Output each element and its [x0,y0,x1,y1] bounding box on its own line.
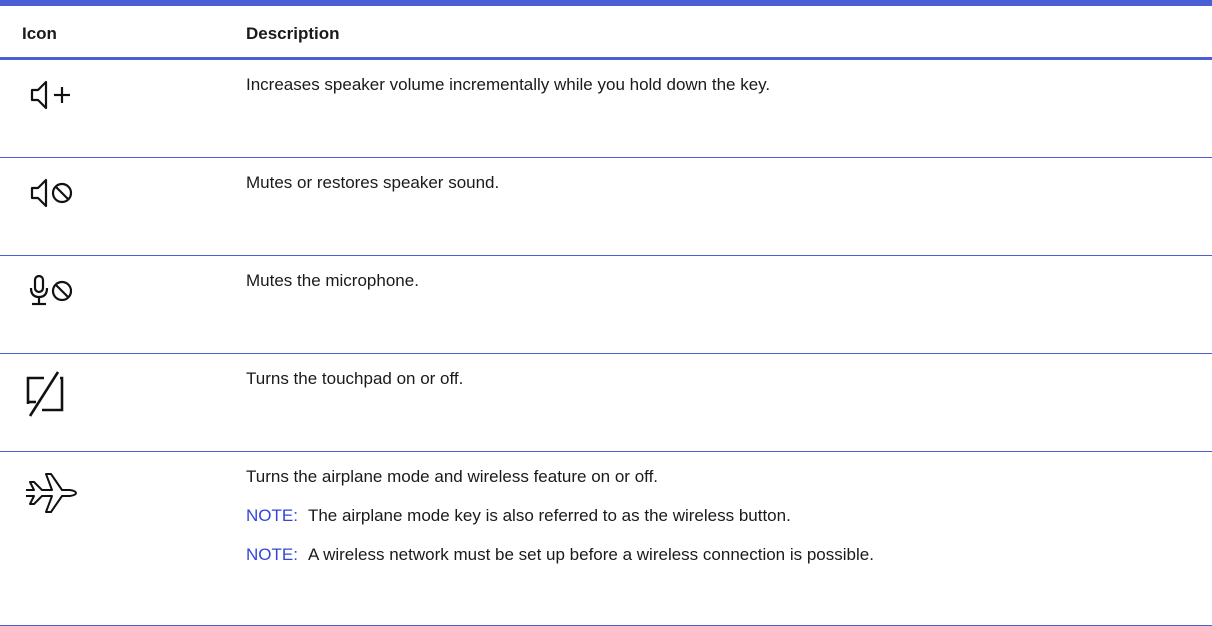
table-row: Mutes or restores speaker sound. [0,158,1212,256]
microphone-mute-icon [22,270,246,310]
table-row: Turns the touchpad on or off. [0,354,1212,452]
note-text: A wireless network must be set up before… [307,545,874,564]
note-label: NOTE: [246,506,298,525]
table-row: Turns the airplane mode and wireless fea… [0,452,1212,626]
row-description: Turns the touchpad on or off. [246,369,464,388]
row-description: Mutes the microphone. [246,271,419,290]
note-text: The airplane mode key is also referred t… [307,506,791,525]
keys-table: Icon Description Increases speaker volum… [0,0,1212,626]
note-line: NOTE: A wireless network must be set up b… [246,544,874,565]
table-row: Increases speaker volume incrementally w… [0,60,1212,158]
table-row: Mutes the microphone. [0,256,1212,354]
row-description: Increases speaker volume incrementally w… [246,75,771,94]
note-label: NOTE: [246,545,298,564]
airplane-icon [22,466,246,516]
table-header: Icon Description [0,6,1212,60]
speaker-mute-icon [22,172,246,212]
row-description: Mutes or restores speaker sound. [246,173,500,192]
touchpad-toggle-icon [22,368,246,418]
volume-up-icon [22,74,246,114]
header-icon: Icon [22,24,57,43]
note-line: NOTE: The airplane mode key is also refer… [246,505,874,526]
row-description: Turns the airplane mode and wireless fea… [246,467,659,486]
header-description: Description [246,24,340,43]
